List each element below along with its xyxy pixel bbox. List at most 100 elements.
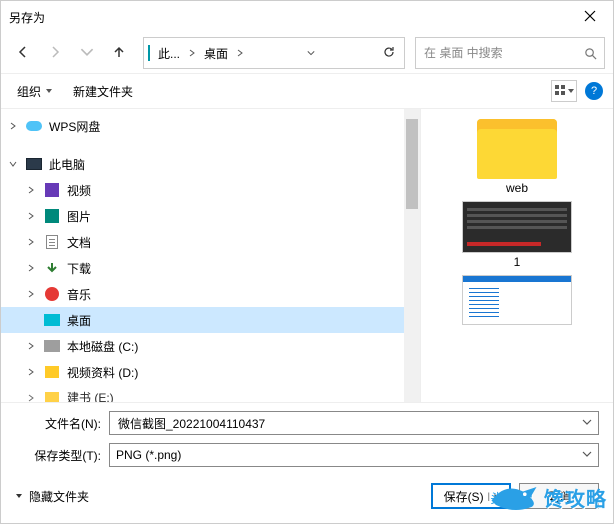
chevron-right-icon[interactable]: [25, 186, 37, 194]
chevron-down-icon[interactable]: [582, 416, 592, 430]
desk-icon: [43, 314, 61, 326]
chevron-down-icon: [567, 84, 575, 98]
navigation-tree[interactable]: WPS网盘此电脑视频图片文档下载音乐桌面本地磁盘 (C:) 视频资料 (D:) 建书…: [1, 109, 421, 402]
tree-node-label: 音乐: [67, 286, 91, 303]
save-form: 文件名(N): 保存类型(T): PNG (*.png): [1, 402, 613, 469]
search-icon: [583, 47, 598, 60]
tree-node-music[interactable]: 音乐: [1, 281, 420, 307]
up-button[interactable]: [105, 39, 133, 67]
filename-label: 文件名(N):: [15, 415, 101, 432]
chevron-down-icon: [45, 84, 53, 98]
address-dropdown-icon[interactable]: [307, 46, 315, 60]
organize-button[interactable]: 组织: [11, 79, 59, 104]
close-icon: [584, 10, 596, 25]
tree-node-label: 此电脑: [49, 156, 85, 173]
folder-icon: [477, 119, 557, 179]
body-split: WPS网盘此电脑视频图片文档下载音乐桌面本地磁盘 (C:) 视频资料 (D:) 建书…: [1, 109, 613, 402]
help-button[interactable]: ?: [585, 82, 603, 100]
forward-icon: [48, 45, 62, 62]
doc-icon: [43, 235, 61, 249]
preview-item[interactable]: [427, 275, 607, 327]
tree-node-folder[interactable]: 视频资料 (D:): [1, 359, 420, 385]
tree-node-desk[interactable]: 桌面: [1, 307, 420, 333]
chevron-right-icon: [188, 46, 196, 60]
tree-node-label: 本地磁盘 (C:): [67, 338, 138, 355]
folder-icon: [43, 392, 61, 403]
image-thumbnail: [462, 275, 572, 325]
chevron-right-icon[interactable]: [25, 342, 37, 350]
chevron-down-icon[interactable]: [7, 160, 19, 168]
chevron-right-icon[interactable]: [25, 368, 37, 376]
back-icon: [16, 45, 30, 62]
address-bar[interactable]: 此... 桌面: [143, 37, 405, 69]
up-icon: [112, 45, 126, 62]
video-icon: [43, 183, 61, 197]
tree-node-label: 视频资料 (D:): [67, 364, 138, 381]
save-as-dialog: 另存为 此... 桌面: [0, 0, 614, 524]
chevron-right-icon[interactable]: [25, 290, 37, 298]
chevron-down-icon[interactable]: [582, 448, 592, 462]
triangle-down-icon: [15, 489, 23, 503]
filetype-field[interactable]: PNG (*.png): [109, 443, 599, 467]
tree-node-dl[interactable]: 下载: [1, 255, 420, 281]
navigation-bar: 此... 桌面: [1, 33, 613, 73]
preview-item[interactable]: web: [427, 119, 607, 195]
tree-scrollbar[interactable]: [404, 109, 420, 402]
tree-node-folder[interactable]: 建书 (E:): [1, 385, 420, 402]
breadcrumb-segment[interactable]: 此...: [154, 43, 184, 64]
save-label: 保存(S): [444, 488, 484, 505]
tree-node-video[interactable]: 视频: [1, 177, 420, 203]
wps-icon: [25, 121, 43, 131]
chevron-right-icon[interactable]: [7, 122, 19, 130]
filename-row: 文件名(N):: [15, 411, 599, 435]
chevron-right-icon: [236, 46, 244, 60]
file-preview-pane[interactable]: web 1: [421, 109, 613, 402]
search-box[interactable]: [415, 37, 605, 69]
pic-icon: [43, 209, 61, 223]
chevron-right-icon[interactable]: [25, 264, 37, 272]
hide-folders-toggle[interactable]: 隐藏文件夹: [15, 488, 89, 505]
forward-button[interactable]: [41, 39, 69, 67]
toolbar: 组织 新建文件夹 ?: [1, 73, 613, 109]
refresh-button[interactable]: [378, 39, 400, 67]
tree-node-doc[interactable]: 文档: [1, 229, 420, 255]
preview-item[interactable]: 1: [427, 201, 607, 269]
filetype-label: 保存类型(T):: [15, 447, 101, 464]
dl-icon: [43, 261, 61, 275]
disk-icon: [43, 340, 61, 352]
tree-node-disk[interactable]: 本地磁盘 (C:): [1, 333, 420, 359]
preview-item-label: web: [506, 181, 528, 195]
breadcrumb-segment[interactable]: 桌面: [200, 43, 232, 64]
refresh-icon: [382, 45, 396, 62]
image-thumbnail: [462, 201, 572, 253]
recent-dropdown[interactable]: [73, 39, 101, 67]
chevron-right-icon[interactable]: [25, 238, 37, 246]
monitor-icon: [148, 46, 150, 60]
filename-field[interactable]: [109, 411, 599, 435]
pc-icon: [25, 158, 43, 170]
chevron-right-icon[interactable]: [25, 394, 37, 402]
window-title: 另存为: [9, 9, 45, 26]
filename-input[interactable]: [116, 415, 582, 431]
new-folder-label: 新建文件夹: [73, 83, 133, 100]
tree-node-label: 文档: [67, 234, 91, 251]
view-mode-button[interactable]: [551, 80, 577, 102]
tree-node-pc[interactable]: 此电脑: [1, 151, 420, 177]
tree-node-label: 视频: [67, 182, 91, 199]
search-input[interactable]: [422, 45, 583, 61]
scrollbar-thumb[interactable]: [406, 119, 418, 209]
tree-node-pic[interactable]: 图片: [1, 203, 420, 229]
tree-node-wps[interactable]: WPS网盘: [1, 113, 420, 139]
new-folder-button[interactable]: 新建文件夹: [67, 79, 139, 104]
back-button[interactable]: [9, 39, 37, 67]
tree-node-label: 建书 (E:): [67, 389, 114, 402]
tree-node-label: 下载: [67, 260, 91, 277]
title-bar: 另存为: [1, 1, 613, 33]
chevron-right-icon[interactable]: [25, 212, 37, 220]
hide-folders-label: 隐藏文件夹: [29, 488, 89, 505]
organize-label: 组织: [17, 83, 41, 100]
tree-node-label: 图片: [67, 208, 91, 225]
close-button[interactable]: [575, 2, 605, 32]
music-icon: [43, 287, 61, 301]
watermark-extra-text: 头@ 傻: [490, 488, 533, 507]
